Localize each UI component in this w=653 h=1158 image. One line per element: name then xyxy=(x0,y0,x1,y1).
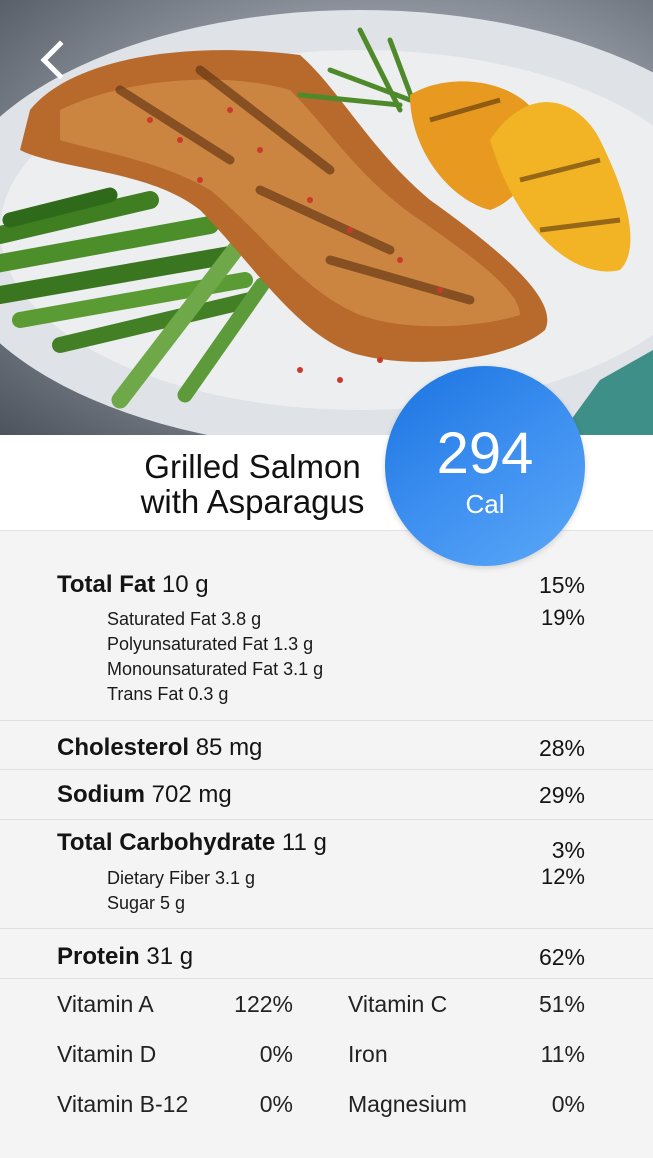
total-fat-section: Total Fat 10 g 15% Saturated Fat 3.8 g 1… xyxy=(0,531,653,721)
chevron-left-icon xyxy=(40,40,64,80)
total-fat-amount: 10 g xyxy=(161,571,209,598)
vitamin-c-value: 51% xyxy=(538,991,585,1017)
protein-pct: 62% xyxy=(538,944,585,970)
magnesium-label: Magnesium xyxy=(348,1091,467,1117)
vitamin-a-value: 122% xyxy=(234,991,293,1017)
dietary-fiber-pct: 12% xyxy=(540,864,585,889)
dish-title: Grilled Salmon with Asparagus xyxy=(100,449,405,519)
iron-label: Iron xyxy=(348,1041,388,1067)
magnesium-value: 0% xyxy=(551,1091,585,1117)
vitamin-b12-label: Vitamin B-12 xyxy=(57,1091,189,1117)
cholesterol-pct: 28% xyxy=(538,735,585,761)
protein-section: Protein 31 g 62% xyxy=(0,929,653,979)
protein-row: Protein 31 g xyxy=(57,943,193,971)
carbohydrate-row: Total Carbohydrate 11 g xyxy=(57,829,327,857)
monounsaturated-fat: Monounsaturated Fat 3.1 g xyxy=(107,659,324,679)
sodium-row: Sodium 702 mg xyxy=(57,781,232,809)
saturated-fat-pct: 19% xyxy=(540,605,585,630)
sodium-section: Sodium 702 mg 29% xyxy=(0,770,653,820)
sodium-label: Sodium xyxy=(57,781,145,808)
dish-title-line1: Grilled Salmon xyxy=(144,448,361,485)
saturated-fat: Saturated Fat 3.8 g xyxy=(107,609,262,629)
carbohydrate-pct: 3% xyxy=(551,837,585,863)
sodium-pct: 29% xyxy=(538,782,585,808)
protein-label: Protein xyxy=(57,943,140,970)
vitamin-b12-value: 0% xyxy=(259,1091,293,1117)
calorie-unit: Cal xyxy=(465,489,505,519)
calorie-value: 294 xyxy=(436,421,534,486)
salmon-illustration xyxy=(0,10,653,435)
protein-amount: 31 g xyxy=(146,943,194,970)
vitamin-a-label: Vitamin A xyxy=(57,991,154,1017)
vitamin-d-label: Vitamin D xyxy=(57,1041,157,1067)
total-fat-row: Total Fat 10 g xyxy=(57,571,209,599)
iron-value: 11% xyxy=(540,1041,585,1067)
cholesterol-row: Cholesterol 85 mg xyxy=(57,734,262,762)
carbohydrate-label: Total Carbohydrate xyxy=(57,829,276,856)
trans-fat: Trans Fat 0.3 g xyxy=(107,684,229,704)
cholesterol-label: Cholesterol xyxy=(57,734,190,761)
vitamin-d-value: 0% xyxy=(259,1041,293,1067)
polyunsaturated-fat: Polyunsaturated Fat 1.3 g xyxy=(107,634,314,654)
carbohydrate-amount: 11 g xyxy=(281,829,327,856)
dish-photo xyxy=(0,0,653,435)
cholesterol-section: Cholesterol 85 mg 28% xyxy=(0,721,653,770)
back-button[interactable] xyxy=(30,32,78,88)
vitamins-grid: Vitamin A 122% Vitamin C 51% Vitamin D 0… xyxy=(0,979,653,1158)
carbohydrate-section: Total Carbohydrate 11 g 3% Dietary Fiber… xyxy=(0,820,653,929)
dish-title-line2: with Asparagus xyxy=(140,483,365,520)
total-fat-label: Total Fat xyxy=(57,571,156,598)
vitamin-c-label: Vitamin C xyxy=(348,991,448,1017)
sugar: Sugar 5 g xyxy=(107,893,186,913)
total-fat-pct: 15% xyxy=(538,572,585,598)
cholesterol-amount: 85 mg xyxy=(195,734,263,761)
sodium-amount: 702 mg xyxy=(151,781,232,808)
dietary-fiber: Dietary Fiber 3.1 g xyxy=(107,868,256,888)
